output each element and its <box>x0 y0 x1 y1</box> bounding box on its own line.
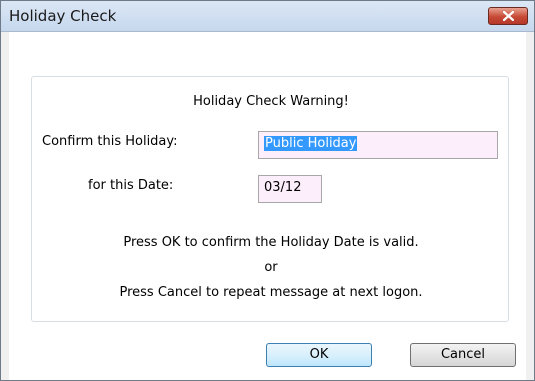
dialog-body: Holiday Check Warning! Confirm this Holi… <box>9 32 526 380</box>
date-value: 03/12 <box>264 180 302 195</box>
message-line-1: Press OK to confirm the Holiday Date is … <box>123 235 419 250</box>
close-button[interactable] <box>488 7 528 25</box>
warning-group-box: Holiday Check Warning! Confirm this Holi… <box>31 76 509 322</box>
message-or: or <box>264 260 278 275</box>
message-line-2: Press Cancel to repeat message at next l… <box>119 285 423 300</box>
holiday-value: Public Holiday <box>264 136 358 151</box>
date-field[interactable]: 03/12 <box>258 175 322 203</box>
holiday-field[interactable]: Public Holiday <box>258 131 498 159</box>
close-icon <box>503 11 514 21</box>
holiday-label: Confirm this Holiday: <box>42 134 178 149</box>
title-bar[interactable]: Holiday Check <box>1 1 534 32</box>
date-label: for this Date: <box>88 178 174 193</box>
dialog-window: Holiday Check Holiday Check Warning! Con… <box>0 0 535 381</box>
window-title: Holiday Check <box>9 7 117 25</box>
cancel-button[interactable]: Cancel <box>410 343 516 367</box>
ok-button[interactable]: OK <box>266 343 372 367</box>
warning-heading: Holiday Check Warning! <box>193 94 349 109</box>
